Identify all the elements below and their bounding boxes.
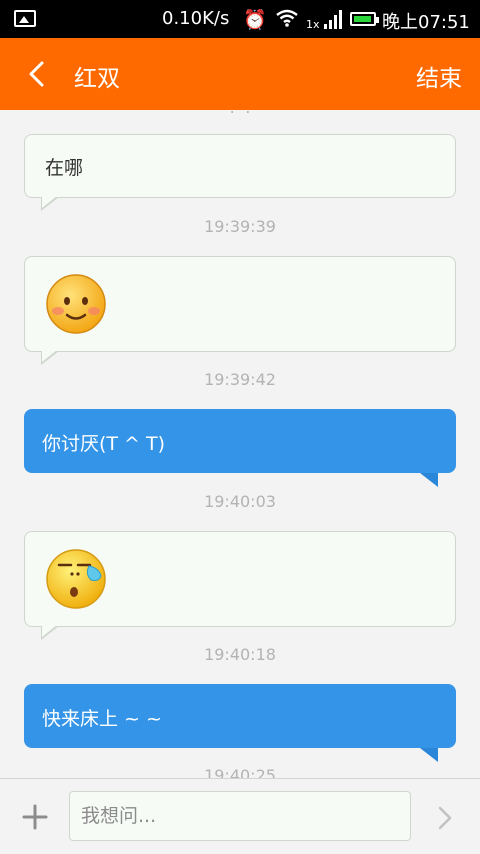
incoming-message[interactable] xyxy=(24,256,456,365)
clock: 晚上07:51 xyxy=(382,12,470,33)
bubble-tail xyxy=(420,473,438,487)
message-text: 你讨厌(T ^ T) xyxy=(42,433,166,455)
outgoing-message[interactable]: 你讨厌(T ^ T) xyxy=(24,409,456,487)
timestamp-cut: ··:··:·· xyxy=(0,110,480,117)
timestamp: 19:40:18 xyxy=(204,645,276,664)
bubble-tail xyxy=(41,196,59,211)
sleepy-face-icon xyxy=(46,549,106,609)
incoming-message[interactable] xyxy=(24,531,456,640)
bubble-tail xyxy=(420,748,438,762)
input-bar xyxy=(0,778,480,854)
message-text: 快来床上 ~ ~ xyxy=(42,708,162,730)
message-text: 在哪 xyxy=(45,157,84,179)
smiling-face-icon xyxy=(46,274,106,334)
svg-text:1x: 1x xyxy=(306,18,320,30)
incoming-message[interactable]: 在哪 xyxy=(24,134,456,211)
chat-header: 红双 结束 xyxy=(0,38,480,110)
outgoing-message[interactable]: 快来床上 ~ ~ xyxy=(24,684,456,762)
timestamp: 19:40:25 xyxy=(204,766,276,778)
alarm-icon: ⏰ xyxy=(243,9,267,31)
back-arrow-icon[interactable] xyxy=(24,58,52,90)
wifi-icon xyxy=(276,9,298,27)
message-input[interactable] xyxy=(69,791,411,841)
send-arrow-icon[interactable] xyxy=(432,805,458,831)
plus-icon[interactable] xyxy=(22,804,48,830)
message-list[interactable]: ··:··:·· 在哪 19:39:39 19:39:42 你讨厌(T ^ T) xyxy=(0,110,480,778)
bubble-tail xyxy=(41,625,59,640)
contact-name: 红双 xyxy=(74,66,120,92)
bubble-tail xyxy=(41,350,59,365)
battery-icon xyxy=(350,12,379,26)
status-bar: 0.10K/s ⏰ 1x 晚上07:51 xyxy=(0,0,480,38)
end-chat-button[interactable]: 结束 xyxy=(416,59,462,93)
timestamp: 19:40:03 xyxy=(204,492,276,511)
picture-icon xyxy=(14,10,36,27)
timestamp: 19:39:42 xyxy=(204,370,276,389)
network-speed: 0.10K/s xyxy=(162,8,230,29)
timestamp: 19:39:39 xyxy=(204,217,276,236)
signal-icon: 1x xyxy=(306,10,342,30)
